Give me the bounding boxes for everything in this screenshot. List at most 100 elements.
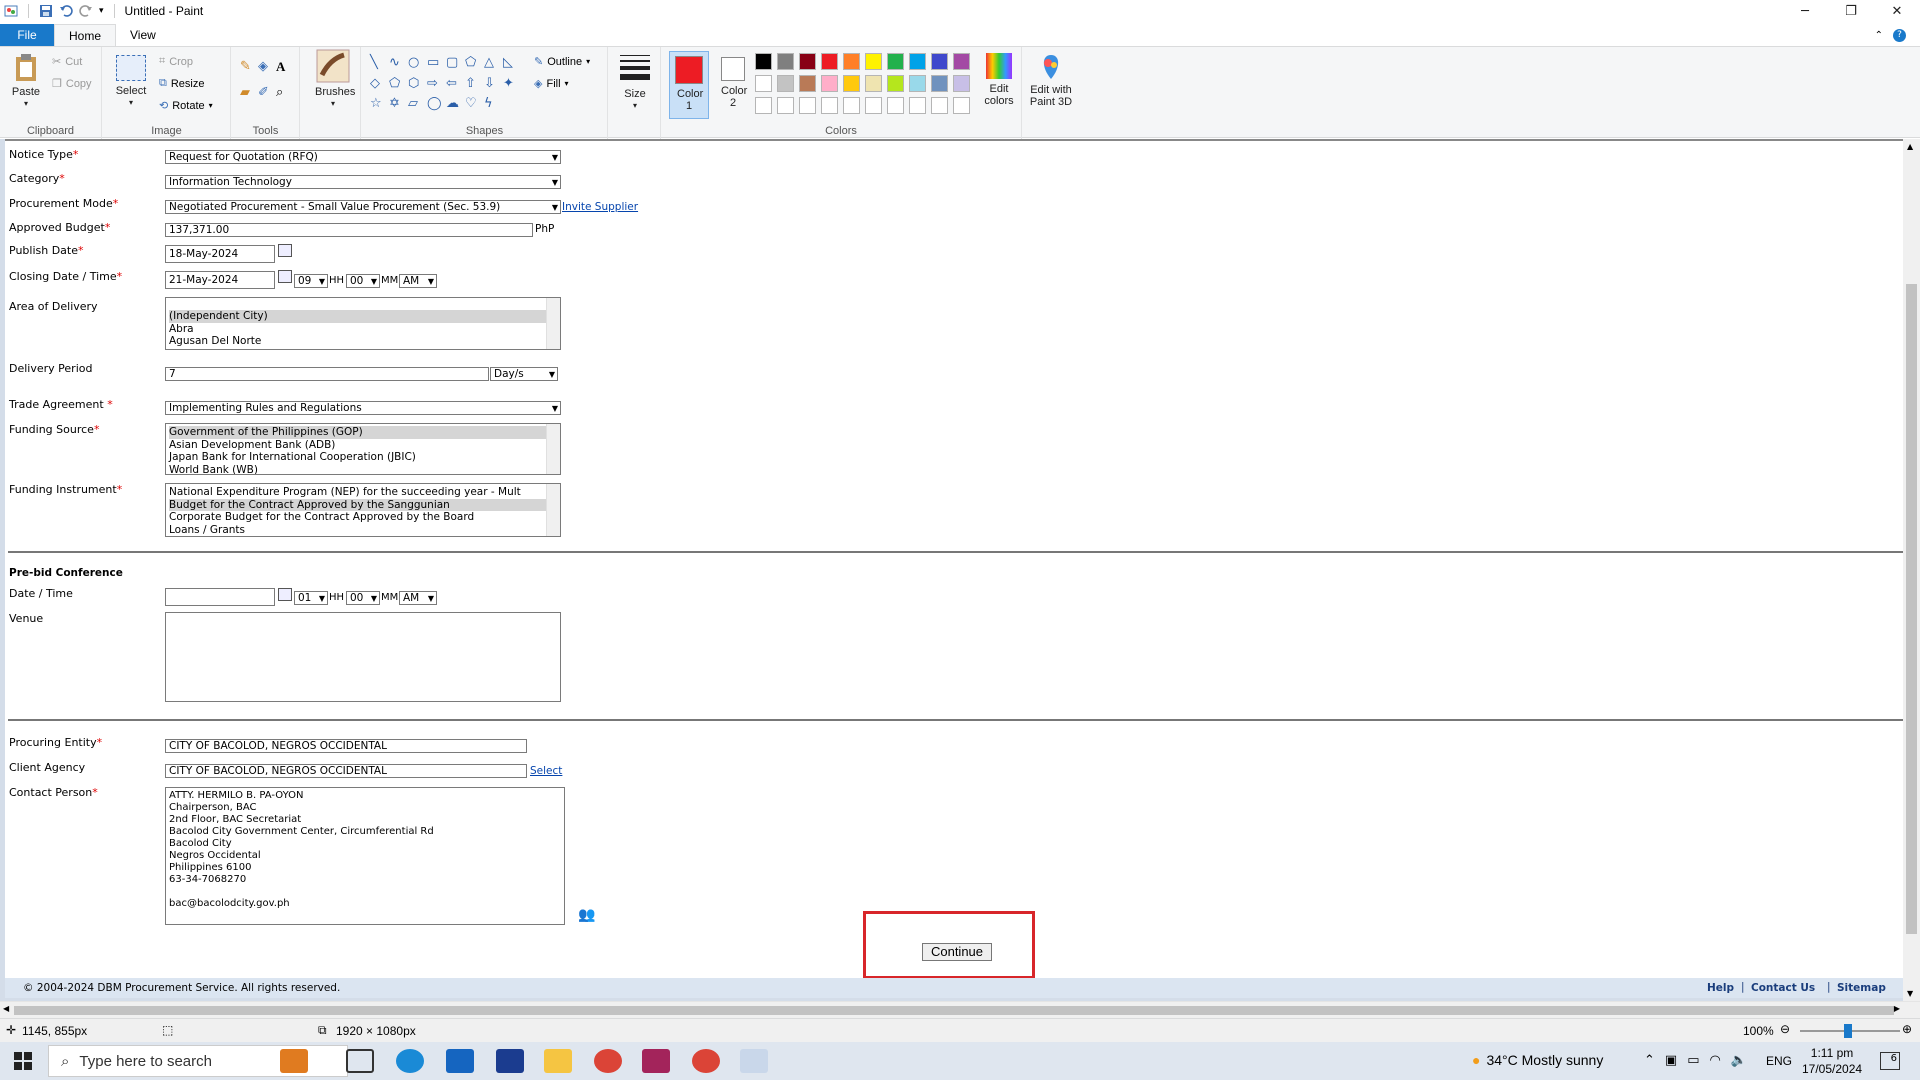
color2-button[interactable]: Color 2: [713, 51, 753, 109]
edge-icon[interactable]: [396, 1049, 424, 1073]
collapse-ribbon-icon[interactable]: ⌃: [1875, 30, 1883, 41]
shapes-gallery[interactable]: ╲ ∿ ○ ▭ ▢ ⬠ △ ◺ ◇ ⬠ ⬡ ⇨ ⇦ ⇧ ⇩ ✦ ☆ ✡ ▱ ◯ ☁ ♡ ϟ: [370, 55, 530, 115]
horizontal-scrollbar[interactable]: ◀ ▶: [0, 1001, 1920, 1018]
pencil-icon[interactable]: ✎: [240, 59, 258, 75]
zoom-slider-thumb[interactable]: [1844, 1024, 1852, 1038]
chrome-icon[interactable]: [594, 1049, 622, 1073]
delivery-period-input[interactable]: 7: [165, 367, 489, 381]
save-icon[interactable]: [39, 4, 53, 18]
list-item[interactable]: National Expenditure Program (NEP) for t…: [169, 486, 560, 499]
tab-home[interactable]: Home: [54, 24, 117, 46]
system-tray[interactable]: ⌃ ▣ ▭ ◠ 🔈: [1644, 1053, 1747, 1068]
calendar-icon[interactable]: [278, 270, 292, 283]
paint-taskbar-icon[interactable]: [740, 1049, 768, 1073]
color-swatch[interactable]: [777, 53, 794, 70]
paste-button[interactable]: Paste ▾: [8, 53, 44, 110]
notice-type-select[interactable]: Request for Quotation (RFQ) ▼: [165, 150, 561, 164]
size-button[interactable]: Size ▾: [615, 55, 655, 112]
select-agency-link[interactable]: Select: [530, 765, 562, 777]
list-item[interactable]: Loans / Grants: [169, 524, 560, 537]
work-briefcase-icon[interactable]: [280, 1049, 308, 1073]
color-swatch[interactable]: [843, 97, 860, 114]
start-button[interactable]: [0, 1042, 46, 1080]
color-swatch[interactable]: [865, 97, 882, 114]
scroll-down-icon[interactable]: ▼: [1907, 989, 1913, 998]
color-swatch[interactable]: [821, 75, 838, 92]
list-item[interactable]: Government of the Philippines (GOP): [169, 426, 560, 439]
color-picker-icon[interactable]: ✐: [258, 85, 276, 100]
color-swatch[interactable]: [821, 97, 838, 114]
eraser-icon[interactable]: ▰: [240, 85, 258, 100]
color-swatch[interactable]: [755, 53, 772, 70]
magnifier-icon[interactable]: ⌕: [276, 85, 294, 100]
color-swatch[interactable]: [931, 53, 948, 70]
gem-app-icon[interactable]: [642, 1049, 670, 1073]
color-swatch[interactable]: [865, 53, 882, 70]
zoom-out-icon[interactable]: ⊖: [1780, 1022, 1790, 1036]
color-swatch[interactable]: [799, 75, 816, 92]
venue-textarea[interactable]: [165, 612, 561, 702]
scroll-right-icon[interactable]: ▶: [1894, 1004, 1900, 1013]
closing-minute-select[interactable]: 00 ▼: [346, 274, 380, 288]
app-icon[interactable]: [496, 1049, 524, 1073]
list-scrollbar[interactable]: [546, 484, 560, 536]
list-scrollbar[interactable]: [546, 424, 560, 474]
color-swatch[interactable]: [887, 75, 904, 92]
scroll-left-icon[interactable]: ◀: [3, 1004, 9, 1013]
list-item[interactable]: World Bank (WB): [169, 464, 560, 475]
color-swatch[interactable]: [909, 53, 926, 70]
list-item[interactable]: Abra: [169, 323, 560, 336]
restore-button[interactable]: ❐: [1828, 0, 1874, 22]
vertical-scrollbar[interactable]: ▲ ▼: [1903, 139, 1920, 1001]
color-swatch[interactable]: [799, 97, 816, 114]
color-swatch[interactable]: [865, 75, 882, 92]
edit-with-paint3d-button[interactable]: Edit with Paint 3D: [1024, 53, 1078, 108]
color1-button[interactable]: Color 1: [669, 51, 709, 119]
outline-button[interactable]: ✎ Outline ▾: [534, 55, 590, 69]
contact-person-textarea[interactable]: ATTY. HERMILO B. PA-OYON Chairperson, BA…: [165, 787, 565, 925]
redo-icon[interactable]: [79, 4, 93, 18]
color-swatch[interactable]: [777, 97, 794, 114]
list-item[interactable]: Budget for the Contract Approved by the …: [169, 498, 560, 511]
help-icon[interactable]: ?: [1893, 28, 1906, 42]
prebid-hour-select[interactable]: 01 ▼: [294, 591, 328, 605]
scroll-up-icon[interactable]: ▲: [1907, 142, 1913, 151]
area-of-delivery-list[interactable]: (Independent City) Abra Agusan Del Norte: [165, 297, 561, 350]
color-swatch[interactable]: [909, 75, 926, 92]
footer-sitemap-link[interactable]: Sitemap: [1837, 982, 1886, 994]
clock[interactable]: 1:11 pm 17/05/2024: [1802, 1045, 1862, 1077]
continue-button[interactable]: Continue: [922, 943, 992, 961]
horizontal-scroll-thumb[interactable]: [14, 1006, 1894, 1015]
zoom-slider[interactable]: [1800, 1024, 1900, 1038]
list-item[interactable]: Asian Development Bank (ADB): [169, 439, 560, 452]
funding-source-list[interactable]: Government of the Philippines (GOP) Asia…: [165, 423, 561, 475]
mail-icon[interactable]: [446, 1049, 474, 1073]
list-item[interactable]: (Independent City): [169, 310, 560, 323]
crop-button[interactable]: ⌗ Crop: [159, 55, 193, 68]
close-button[interactable]: ✕: [1874, 0, 1920, 22]
rotate-button[interactable]: ⟲ Rotate ▾: [159, 99, 213, 113]
publish-date-input[interactable]: 18-May-2024: [165, 245, 275, 263]
delivery-unit-select[interactable]: Day/s ▼: [490, 367, 558, 381]
color-swatch[interactable]: [909, 97, 926, 114]
tab-view[interactable]: View: [116, 24, 170, 46]
color-swatch[interactable]: [953, 75, 970, 92]
fill-icon[interactable]: ◈: [258, 59, 276, 75]
cut-button[interactable]: ✂ Cut: [52, 55, 82, 69]
trade-agreement-select[interactable]: Implementing Rules and Regulations ▼: [165, 401, 561, 415]
funding-instrument-list[interactable]: National Expenditure Program (NEP) for t…: [165, 483, 561, 537]
color-swatch[interactable]: [755, 75, 772, 92]
prebid-ampm-select[interactable]: AM ▼: [399, 591, 437, 605]
color-swatch[interactable]: [843, 53, 860, 70]
color-swatch[interactable]: [931, 75, 948, 92]
resize-button[interactable]: ⧉ Resize: [159, 77, 204, 90]
footer-contact-link[interactable]: Contact Us: [1751, 982, 1815, 994]
color-swatch[interactable]: [953, 97, 970, 114]
language-indicator[interactable]: ENG: [1766, 1054, 1792, 1068]
color-swatch[interactable]: [799, 53, 816, 70]
color-swatch[interactable]: [887, 97, 904, 114]
file-explorer-icon[interactable]: [544, 1049, 572, 1073]
weather-widget[interactable]: ● 34°C Mostly sunny: [1472, 1052, 1603, 1068]
vertical-scroll-thumb[interactable]: [1906, 284, 1917, 934]
tab-file[interactable]: File: [0, 24, 54, 46]
